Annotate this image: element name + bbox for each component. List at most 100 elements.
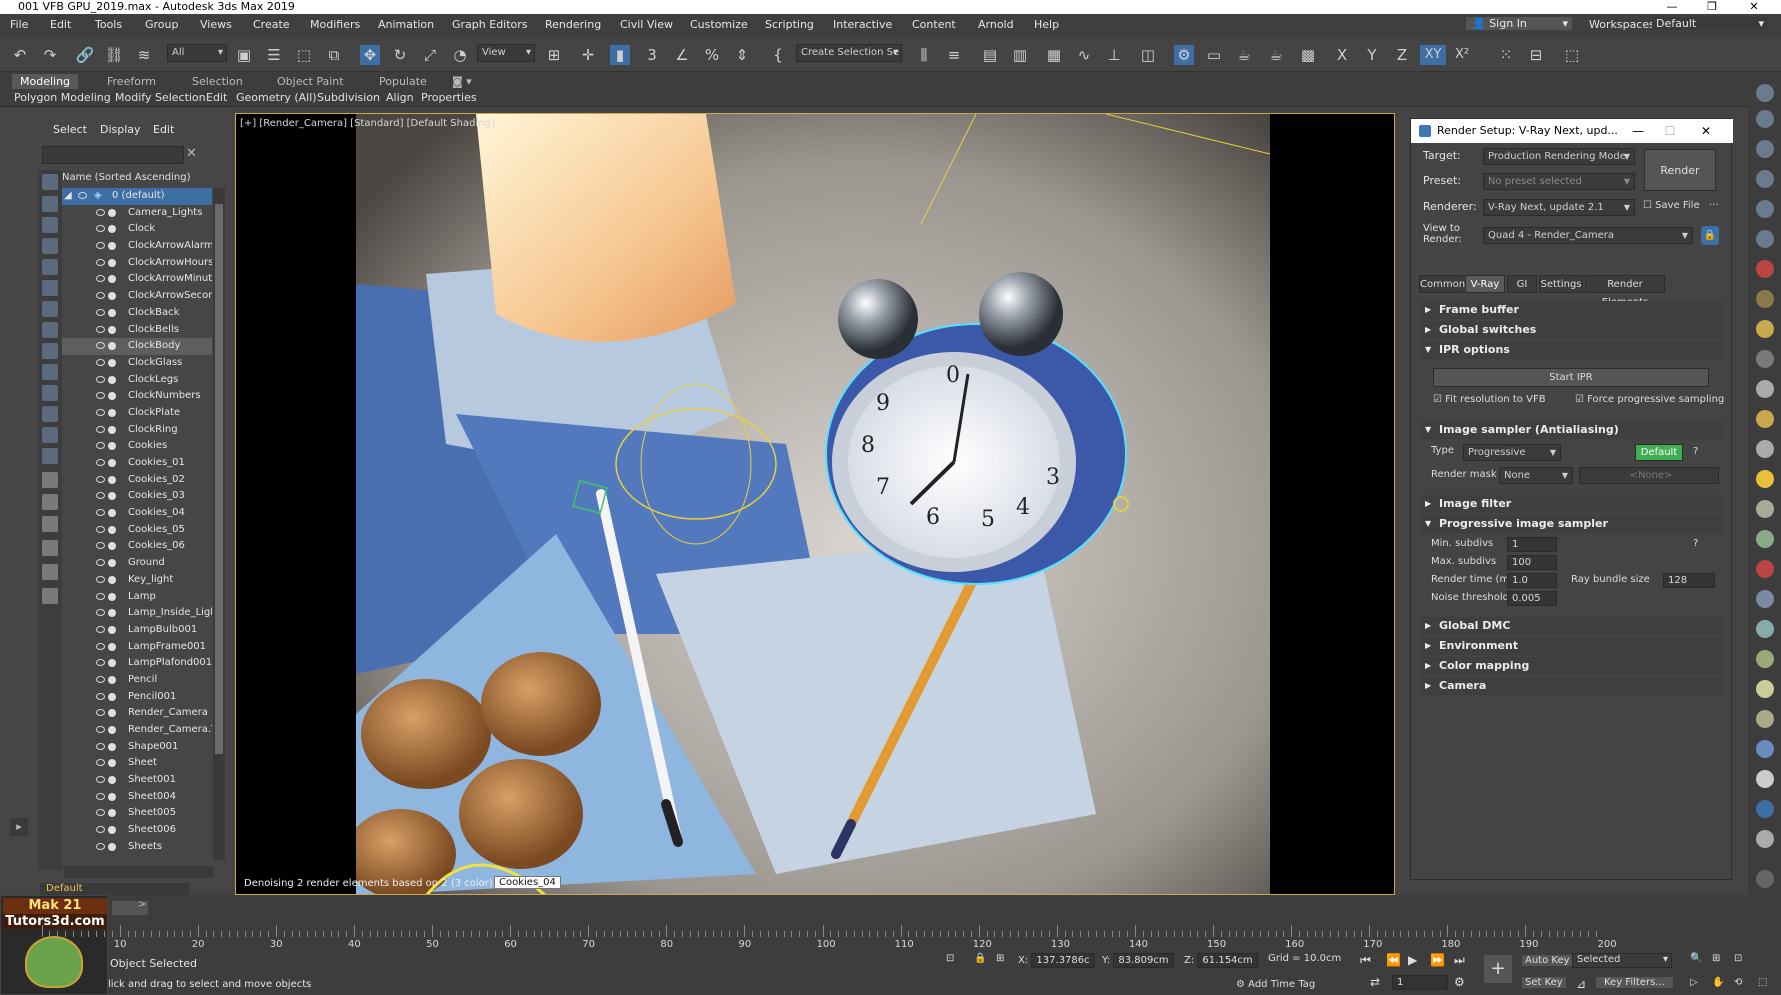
eye-icon[interactable] bbox=[96, 242, 105, 250]
axis-xy-cycle-button[interactable]: X² bbox=[1452, 45, 1472, 65]
reference-coordinate-dropdown[interactable]: View ▾ bbox=[477, 44, 535, 62]
menu-customize[interactable]: Customize bbox=[690, 18, 748, 31]
tree-item[interactable]: Sheet006 bbox=[62, 822, 212, 839]
rs-tab-common[interactable]: Common bbox=[1419, 275, 1465, 293]
coord-z-value[interactable]: 61.154cm bbox=[1197, 953, 1258, 968]
eye-icon[interactable] bbox=[78, 192, 87, 199]
auto-key-button[interactable]: Auto Key bbox=[1522, 955, 1573, 966]
tree-scrollbar[interactable] bbox=[213, 188, 225, 860]
menu-interactive[interactable]: Interactive bbox=[833, 18, 892, 31]
menu-help[interactable]: Help bbox=[1034, 18, 1059, 31]
scene-explorer-icon[interactable]: ▤ bbox=[980, 45, 1000, 65]
rs-tab-gi[interactable]: GI bbox=[1507, 275, 1537, 293]
angle-snap-icon[interactable]: ∠ bbox=[672, 45, 692, 65]
menu-views[interactable]: Views bbox=[200, 18, 232, 31]
tree-item[interactable]: Sheet004 bbox=[62, 789, 212, 806]
tree-item[interactable]: ClockRing bbox=[62, 422, 212, 439]
goto-start-icon[interactable]: ⏮ bbox=[1360, 953, 1371, 968]
rs-maximize-button[interactable]: ☐ bbox=[1655, 119, 1685, 143]
tree-item[interactable]: Shape001 bbox=[62, 739, 212, 756]
eye-icon[interactable] bbox=[96, 308, 105, 316]
display-lights-icon[interactable] bbox=[42, 238, 58, 254]
bind-space-warp-icon[interactable]: ≋ bbox=[134, 45, 154, 65]
render-mask-object-field[interactable]: <None> bbox=[1579, 467, 1719, 484]
ribbon-subdivision[interactable]: Subdivision bbox=[317, 91, 380, 104]
vray-camera-icon[interactable] bbox=[1756, 560, 1774, 578]
eye-icon[interactable] bbox=[96, 375, 105, 383]
scene-tab-select[interactable]: Select bbox=[53, 123, 87, 136]
rendered-frame-window-icon[interactable]: ▭ bbox=[1204, 45, 1224, 65]
display-hidden-icon[interactable] bbox=[42, 427, 58, 443]
utilities-panel-icon[interactable] bbox=[1756, 230, 1774, 248]
vray-ambient-icon[interactable] bbox=[1756, 410, 1774, 428]
orbit-icon[interactable]: ⟲ bbox=[1734, 977, 1742, 988]
undo-icon[interactable]: ↶ bbox=[10, 45, 30, 65]
ribbon-properties[interactable]: Properties bbox=[421, 91, 477, 104]
eye-icon[interactable] bbox=[96, 208, 105, 216]
vray-sun-icon[interactable] bbox=[1756, 290, 1774, 308]
eye-icon[interactable] bbox=[96, 692, 105, 700]
restore-button[interactable]: ❐ bbox=[1692, 0, 1732, 14]
menu-animation[interactable]: Animation bbox=[378, 18, 434, 31]
selection-lock-icon[interactable]: 🔒 bbox=[974, 953, 986, 964]
close-button[interactable]: ✕ bbox=[1734, 0, 1774, 14]
axis-z-button[interactable]: Z bbox=[1392, 45, 1412, 65]
help-icon[interactable] bbox=[1756, 870, 1774, 888]
tree-item[interactable]: Sheets bbox=[62, 839, 212, 856]
pivot-center-icon[interactable]: ⊞ bbox=[544, 45, 564, 65]
selection-filter-dropdown[interactable]: All ▾ bbox=[167, 44, 227, 62]
eye-icon[interactable] bbox=[96, 559, 105, 567]
zoom-icon[interactable]: 🔍 bbox=[1690, 953, 1702, 964]
tree-item[interactable]: LampPlafond001 bbox=[62, 655, 212, 672]
zoom-extents-icon[interactable]: ⊡ bbox=[1734, 953, 1742, 964]
display-helpers-icon[interactable] bbox=[42, 280, 58, 296]
sampler-type-select[interactable]: Progressive ▼ bbox=[1463, 444, 1561, 461]
eye-icon[interactable] bbox=[96, 842, 105, 850]
scene-search-input[interactable] bbox=[42, 146, 184, 164]
layer-icon[interactable] bbox=[42, 516, 58, 532]
eye-icon[interactable] bbox=[96, 408, 105, 416]
noise-threshold-spinner[interactable]: 0.005 bbox=[1507, 591, 1557, 606]
eye-icon[interactable] bbox=[96, 625, 105, 633]
eye-icon[interactable] bbox=[96, 609, 105, 617]
vray-scene-icon[interactable] bbox=[1756, 620, 1774, 638]
tree-item[interactable]: Cookies_05 bbox=[62, 522, 212, 539]
menu-rendering[interactable]: Rendering bbox=[545, 18, 601, 31]
rollout-global-dmc[interactable]: ▶ Global DMC bbox=[1421, 617, 1723, 635]
menu-edit[interactable]: Edit bbox=[50, 18, 71, 31]
next-frame-icon[interactable]: ⏩ bbox=[1430, 953, 1445, 967]
tree-item[interactable]: ClockBody bbox=[62, 338, 212, 355]
rollout-image-sampler[interactable]: ▼ Image sampler (Antialiasing) bbox=[1421, 421, 1723, 439]
rollout-environment[interactable]: ▶ Environment bbox=[1421, 637, 1723, 655]
expand-arrow-icon[interactable]: ▸ bbox=[10, 818, 28, 836]
display-shapes-icon[interactable] bbox=[42, 217, 58, 233]
eye-icon[interactable] bbox=[96, 575, 105, 583]
menu-file[interactable]: File bbox=[10, 18, 28, 31]
axis-y-button[interactable]: Y bbox=[1362, 45, 1382, 65]
menu-content[interactable]: Content bbox=[912, 18, 956, 31]
add-time-tag[interactable]: ⚙ Add Time Tag bbox=[1236, 979, 1315, 990]
tree-item[interactable]: ClockArrowSeconds bbox=[62, 288, 212, 305]
rs-close-button[interactable]: ✕ bbox=[1691, 119, 1721, 143]
align-icon[interactable]: ≡ bbox=[944, 45, 964, 65]
place-icon[interactable]: ◔ bbox=[450, 45, 470, 65]
rectangular-selection-icon[interactable]: ⬚ bbox=[294, 45, 314, 65]
tree-item[interactable]: Cookies bbox=[62, 438, 212, 455]
fit-resolution-checkbox[interactable]: ☑ Fit resolution to VFB bbox=[1433, 394, 1546, 405]
workspace-select[interactable]: Default ▾ bbox=[1652, 17, 1768, 30]
eye-icon[interactable] bbox=[96, 525, 105, 533]
material-editor-icon[interactable]: ◫ bbox=[1138, 45, 1158, 65]
rs-tab-settings[interactable]: Settings bbox=[1539, 275, 1583, 293]
unlink-icon[interactable]: ⛓ bbox=[104, 45, 124, 65]
coord-x-value[interactable]: 137.3786c bbox=[1031, 953, 1095, 968]
tree-item[interactable]: ClockArrowMinutes bbox=[62, 271, 212, 288]
select-object-icon[interactable]: ▣ bbox=[234, 45, 254, 65]
render-mask-select[interactable]: None ▼ bbox=[1499, 467, 1573, 484]
display-all-icon[interactable] bbox=[42, 448, 58, 464]
vray-proxy-icon[interactable] bbox=[1756, 500, 1774, 518]
select-move-icon[interactable]: ✥ bbox=[360, 45, 380, 65]
view-to-render-select[interactable]: Quad 4 - Render_Camera ▼ bbox=[1483, 227, 1693, 244]
tree-item[interactable]: ClockBells bbox=[62, 322, 212, 339]
vray-mesh-icon[interactable] bbox=[1756, 710, 1774, 728]
vray-decal-icon[interactable] bbox=[1756, 650, 1774, 668]
